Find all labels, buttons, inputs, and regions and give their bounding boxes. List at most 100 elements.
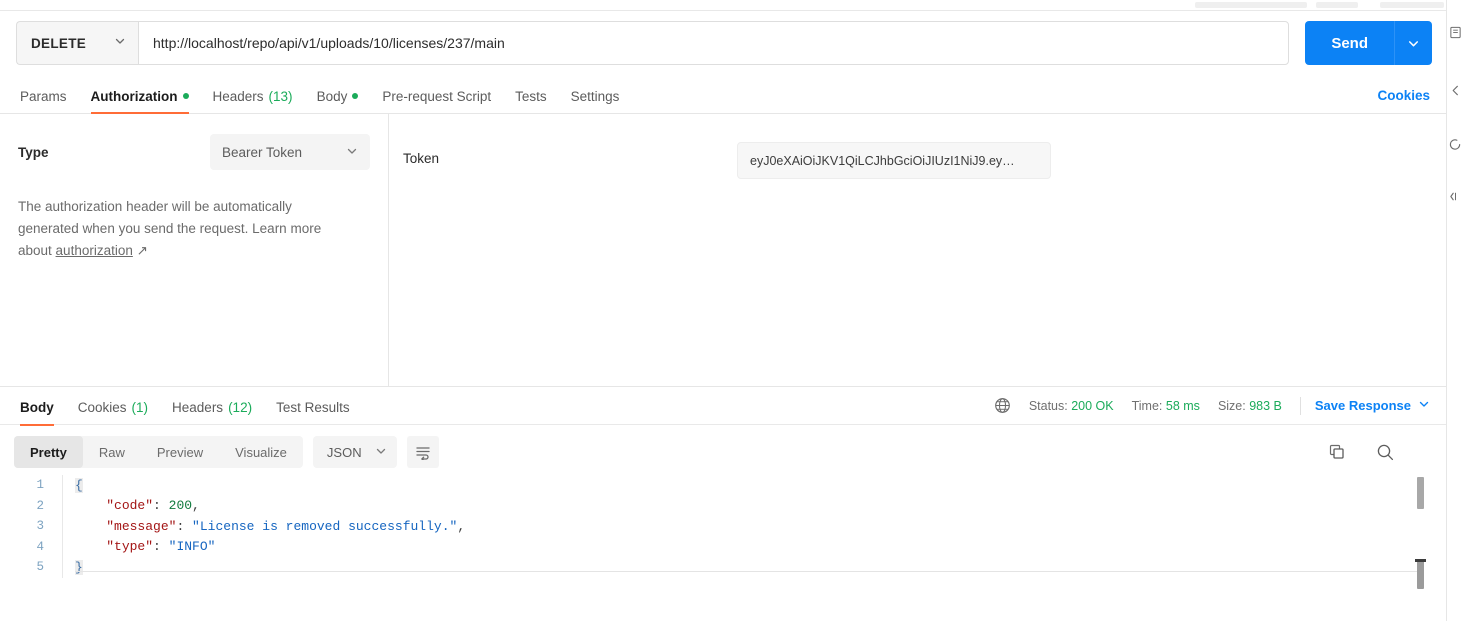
ghost-tab-2 — [1316, 2, 1358, 8]
chevron-down-icon — [346, 145, 358, 160]
documentation-icon[interactable] — [1449, 26, 1462, 44]
format-pretty[interactable]: Pretty — [14, 436, 83, 468]
line-number: 4 — [36, 539, 44, 554]
divider — [1299, 396, 1301, 415]
tab-body[interactable]: Body — [305, 88, 371, 114]
tab-pre-request-script[interactable]: Pre-request Script — [370, 88, 503, 114]
comment-icon[interactable] — [1449, 138, 1462, 156]
response-tab-headers[interactable]: Headers (12) — [160, 401, 264, 425]
chevron-down-icon — [375, 445, 387, 460]
response-tab-test-results-label: Test Results — [276, 400, 350, 415]
code-content: "message": "License is removed successfu… — [106, 518, 466, 534]
json-value-code: 200 — [168, 498, 193, 514]
tab-params[interactable]: Params — [16, 88, 79, 114]
http-method-selector[interactable]: DELETE — [16, 21, 138, 65]
format-visualize[interactable]: Visualize — [219, 436, 303, 468]
tab-tests[interactable]: Tests — [503, 88, 559, 114]
code-content: { — [63, 477, 83, 493]
tab-pre-request-script-label: Pre-request Script — [382, 88, 492, 104]
format-controls: Pretty Raw Preview Visualize JSON — [14, 436, 439, 468]
url-input[interactable] — [138, 21, 1290, 65]
size-value: 983 B — [1249, 398, 1282, 413]
send-button[interactable]: Send — [1305, 21, 1394, 65]
tab-authorization[interactable]: Authorization — [79, 88, 201, 114]
request-tab-bar: Params Authorization Headers (13) Body P… — [0, 77, 1446, 114]
code-content: "type": "INFO" — [106, 539, 216, 555]
tab-tests-label: Tests — [515, 88, 547, 104]
tab-authorization-label: Authorization — [90, 88, 178, 104]
send-options-button[interactable] — [1394, 21, 1432, 65]
http-method-label: DELETE — [31, 35, 87, 51]
json-value-type: INFO — [176, 539, 208, 555]
response-tab-test-results[interactable]: Test Results — [264, 401, 362, 425]
right-sidebar — [1447, 0, 1464, 621]
auth-type-value: Bearer Token — [222, 144, 303, 160]
response-tab-cookies-count: (1) — [131, 400, 149, 415]
format-raw[interactable]: Raw — [83, 436, 141, 468]
request-tabs: Params Authorization Headers (13) Body P… — [16, 76, 632, 114]
authorization-right-pane: Token eyJ0eXAiOiJKV1QiLCJhbGciOiJIUzI1Ni… — [389, 114, 1446, 386]
close-brace: } — [75, 559, 83, 575]
chevron-down-icon — [114, 34, 126, 52]
authorization-learn-more-link[interactable]: authorization — [56, 243, 133, 258]
ghost-tab-3 — [1380, 2, 1444, 8]
copy-icon[interactable] — [1322, 437, 1352, 467]
scrollbar-thumb-bottom[interactable] — [1417, 559, 1424, 589]
status-badge: Status: 200 OK — [1029, 399, 1114, 413]
wrap-lines-button[interactable] — [406, 436, 439, 468]
postman-window: DELETE Send Params Authorization — [0, 0, 1464, 621]
language-value: JSON — [326, 444, 362, 460]
response-tab-headers-label: Headers — [172, 400, 224, 415]
auth-type-dropdown[interactable]: Bearer Token — [210, 134, 370, 170]
tab-settings[interactable]: Settings — [559, 88, 632, 114]
response-format-toolbar: Pretty Raw Preview Visualize JSON — [0, 425, 1446, 471]
tab-settings-label: Settings — [570, 88, 620, 104]
active-line-rule — [75, 571, 1424, 572]
status-value: 200 OK — [1071, 398, 1114, 413]
token-input[interactable]: eyJ0eXAiOiJKV1QiLCJhbGciOiJIUzI1NiJ9.ey… — [737, 142, 1051, 179]
line-number: 5 — [36, 560, 44, 575]
json-value-message: License is removed successfully. — [199, 518, 450, 534]
format-preview[interactable]: Preview — [141, 436, 219, 468]
open-brace: { — [75, 477, 83, 493]
time-value: 58 ms — [1165, 398, 1200, 413]
code-content: } — [63, 559, 83, 575]
code-line: 4 "type": "INFO" — [0, 536, 1446, 557]
chevron-left-icon[interactable] — [1449, 84, 1462, 102]
language-dropdown[interactable]: JSON — [312, 436, 397, 468]
green-dot-icon — [352, 93, 359, 100]
format-segmented-control: Pretty Raw Preview Visualize — [14, 436, 303, 468]
external-link-icon: ↗ — [132, 243, 148, 258]
response-tab-cookies[interactable]: Cookies (1) — [66, 401, 160, 425]
token-value: eyJ0eXAiOiJKV1QiLCJhbGciOiJIUzI1NiJ9.ey… — [750, 153, 1015, 168]
save-response-button[interactable]: Save Response — [1315, 398, 1430, 413]
code-line: 2 "code": 200, — [0, 495, 1446, 516]
ghost-tab-1 — [1195, 2, 1307, 8]
authorization-panel: Type Bearer Token The authorization head… — [0, 114, 1446, 387]
line-number: 3 — [36, 519, 44, 534]
response-body-viewer[interactable]: 1 { 2 "code": 200, 3 "message": "License… — [0, 475, 1446, 591]
tab-body-label: Body — [316, 88, 348, 104]
cookies-link[interactable]: Cookies — [1377, 88, 1430, 113]
response-tab-body-label: Body — [20, 400, 54, 415]
response-tab-body[interactable]: Body — [16, 401, 66, 425]
response-meta: Status: 200 OK Time: 58 ms Size: 983 B S… — [994, 396, 1430, 415]
green-dot-icon — [182, 93, 189, 100]
scrollbar-thumb-top[interactable] — [1417, 477, 1424, 509]
code-snippet-icon[interactable] — [1449, 190, 1462, 208]
tab-params-label: Params — [20, 88, 67, 104]
chevron-down-icon — [1418, 398, 1430, 413]
tab-bar-sliver — [0, 0, 1446, 11]
tab-headers[interactable]: Headers (13) — [201, 88, 305, 114]
search-icon[interactable] — [1370, 437, 1400, 467]
token-label: Token — [403, 151, 440, 166]
code-line: 3 "message": "License is removed success… — [0, 516, 1446, 537]
main-column: DELETE Send Params Authorization — [0, 0, 1447, 621]
code-line: 5 } — [0, 557, 1446, 578]
response-tab-headers-count: (12) — [228, 400, 253, 415]
tab-headers-count: (13) — [268, 88, 293, 104]
time-badge: Time: 58 ms — [1132, 399, 1200, 413]
globe-icon[interactable] — [994, 397, 1011, 414]
auth-type-row: Type Bearer Token — [18, 134, 370, 170]
line-number: 2 — [36, 498, 44, 513]
